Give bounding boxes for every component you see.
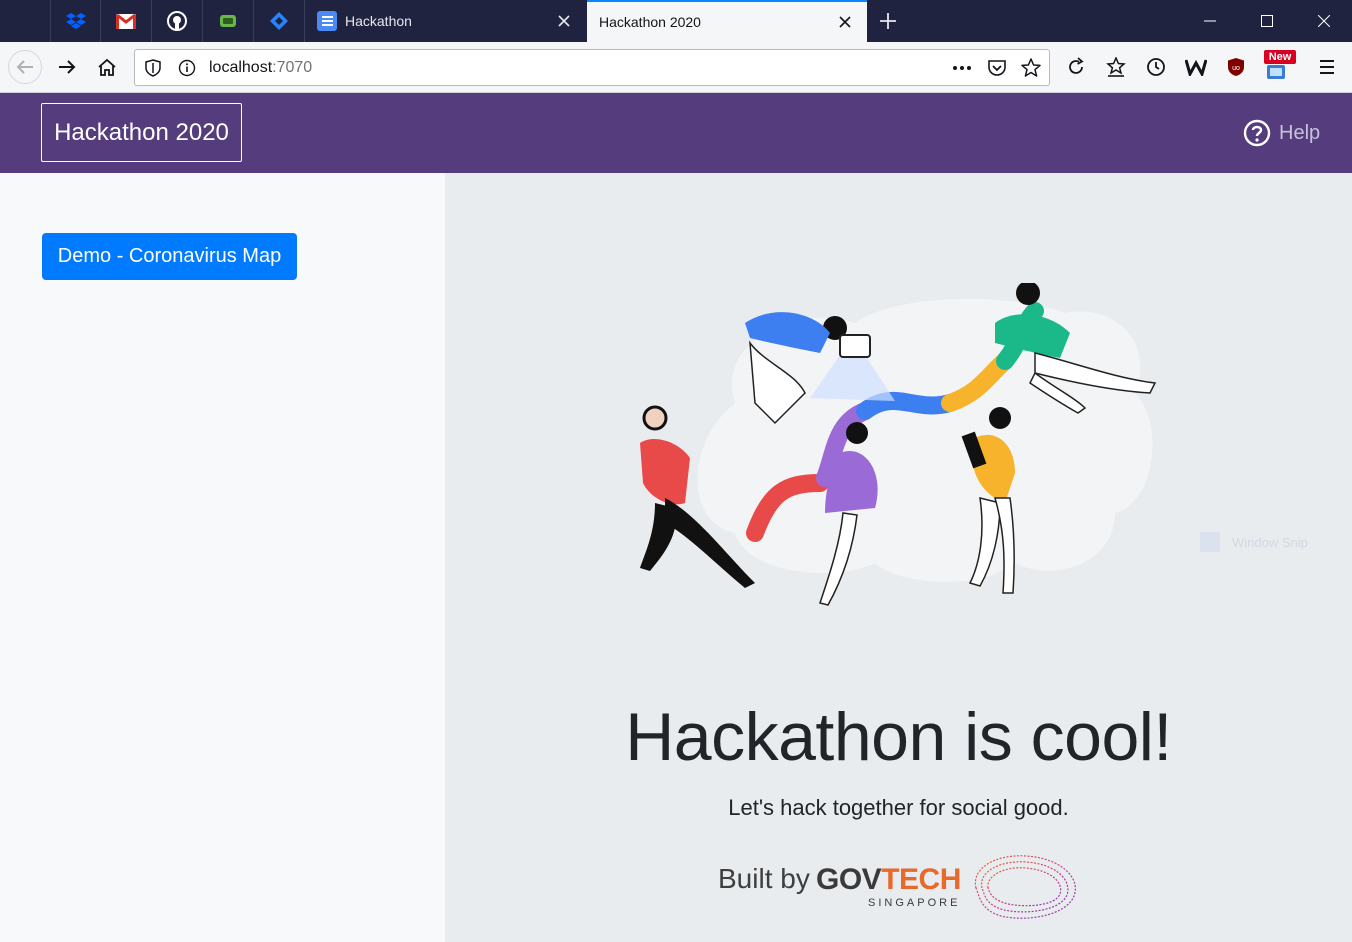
- pinned-tab-jira[interactable]: [254, 0, 305, 42]
- plus-icon: [880, 13, 896, 29]
- hamburger-menu-icon: [1320, 60, 1334, 74]
- back-button[interactable]: [8, 50, 42, 84]
- new-badge: New: [1264, 50, 1296, 64]
- sidebar: Demo - Coronavirus Map: [0, 173, 445, 942]
- built-by-label: Built by: [718, 863, 810, 894]
- help-link[interactable]: Help: [1243, 119, 1320, 147]
- url-host: localhost: [209, 59, 273, 76]
- window-snip-watermark: Window Snip: [1200, 531, 1330, 553]
- reload-button[interactable]: [1059, 50, 1093, 84]
- star-library-icon: [1106, 57, 1126, 77]
- tracking-shield-icon[interactable]: [145, 59, 161, 82]
- maximize-window-button[interactable]: [1238, 0, 1295, 42]
- new-tab-button[interactable]: [872, 5, 904, 37]
- close-window-button[interactable]: [1295, 0, 1352, 42]
- ublock-origin-icon: uo: [1228, 58, 1244, 76]
- pinned-tab-gmail[interactable]: [101, 0, 152, 42]
- bookmarks-menu-button[interactable]: [1099, 50, 1133, 84]
- brand-title[interactable]: Hackathon 2020: [41, 103, 242, 162]
- maximize-icon: [1260, 15, 1273, 27]
- w-extension-icon: [1185, 59, 1207, 76]
- built-by-govtech: Built by GOVTECH SINGAPORE: [718, 855, 1088, 923]
- minimize-icon: [1203, 20, 1216, 22]
- gmail-icon: [116, 13, 136, 29]
- dropbox-icon: [65, 13, 86, 29]
- history-button[interactable]: [1139, 50, 1173, 84]
- app-header: Hackathon 2020 Help: [0, 93, 1352, 173]
- tab-title: Hackathon 2020: [599, 14, 701, 30]
- pinned-tab-evernote[interactable]: [203, 0, 254, 42]
- arrow-right-icon: [59, 60, 76, 74]
- pinned-tab-dropbox[interactable]: [50, 0, 101, 42]
- minimize-window-button[interactable]: [1181, 0, 1238, 42]
- hero-headline: Hackathon is cool!: [625, 699, 1172, 775]
- evernote-icon: [220, 15, 236, 27]
- pocket-icon[interactable]: [987, 59, 1007, 82]
- url-text[interactable]: localhost:7070: [209, 59, 312, 77]
- screenshot-extension-icon: [1267, 65, 1285, 79]
- govtech-singapore-label: SINGAPORE: [868, 897, 961, 909]
- hero-tagline: Let's hack together for social good.: [728, 795, 1069, 820]
- govtech-logo-text: GOVTECH: [816, 863, 961, 896]
- close-tab-icon[interactable]: [554, 11, 574, 31]
- pinned-tab-github[interactable]: [152, 0, 203, 42]
- demo-coronavirus-map-button[interactable]: Demo - Coronavirus Map: [42, 233, 297, 280]
- team-collaboration-illustration: [640, 283, 1157, 606]
- govtech-ribbon-logo-icon: [974, 855, 1076, 919]
- arrow-left-icon: [16, 60, 33, 74]
- close-icon: [1317, 15, 1330, 27]
- extension-w-button[interactable]: [1179, 50, 1213, 84]
- docs-icon: [317, 11, 337, 31]
- home-button[interactable]: [90, 50, 124, 84]
- address-bar[interactable]: localhost:7070: [134, 49, 1050, 86]
- browser-tab-strip: Hackathon Hackathon 2020: [0, 0, 1352, 42]
- clock-icon: [1147, 58, 1165, 76]
- github-icon: [167, 11, 187, 31]
- bookmark-star-icon[interactable]: [1021, 58, 1041, 83]
- reload-icon: [1069, 57, 1084, 74]
- page-actions-icon[interactable]: [951, 59, 973, 82]
- forward-button[interactable]: [50, 50, 84, 84]
- main-menu-button[interactable]: [1310, 50, 1344, 84]
- tab-hackathon[interactable]: Hackathon: [305, 0, 586, 42]
- window-snip-icon: [1200, 532, 1220, 552]
- tab-title: Hackathon: [345, 13, 412, 29]
- browser-nav-bar: localhost:7070 uo New: [0, 42, 1352, 93]
- url-port: :7070: [272, 59, 313, 76]
- jira-icon: [270, 12, 288, 30]
- main-content: Window Snip Hackathon is cool! Let's hac…: [445, 173, 1352, 942]
- info-icon[interactable]: [178, 59, 196, 82]
- svg-text:uo: uo: [1232, 65, 1240, 72]
- tab-hackathon-2020[interactable]: Hackathon 2020: [587, 0, 867, 42]
- question-circle-icon: [1243, 119, 1271, 147]
- watermark-label: Window Snip: [1232, 534, 1308, 550]
- ublock-button[interactable]: uo: [1219, 50, 1253, 84]
- help-label: Help: [1279, 121, 1321, 144]
- home-icon: [98, 58, 116, 76]
- close-tab-icon[interactable]: [835, 12, 855, 32]
